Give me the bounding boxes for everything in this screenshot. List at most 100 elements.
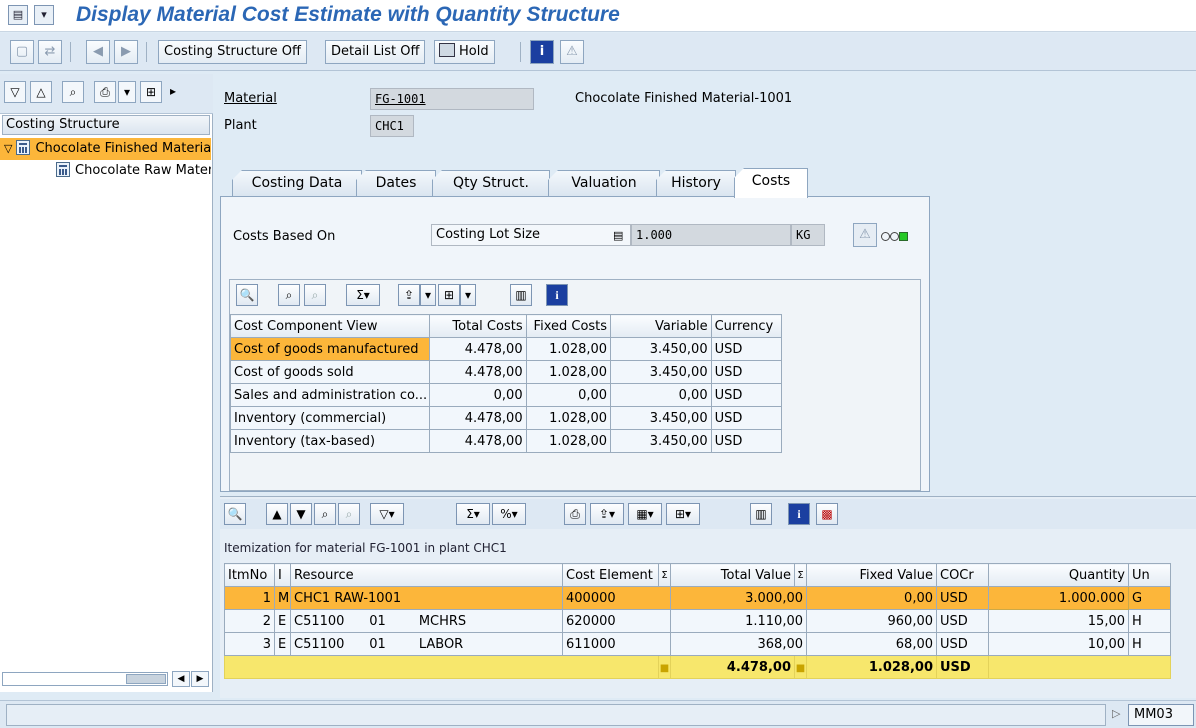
tab-costs[interactable]: Costs (734, 168, 808, 198)
scroll-left-icon[interactable]: ◀ (172, 671, 190, 687)
tab-qty-struct[interactable]: Qty Struct. (432, 170, 550, 196)
find-next-icon[interactable]: ⌕ (304, 284, 326, 306)
costing-structure-off-button[interactable]: Costing Structure Off (158, 40, 307, 64)
cell[interactable]: Inventory (tax-based) (229, 429, 431, 453)
views-icon[interactable]: ▦▾ (628, 503, 662, 525)
cell[interactable]: USD (936, 632, 989, 656)
cell[interactable]: 3.450,00 (610, 360, 712, 384)
info-icon[interactable]: i (788, 503, 810, 525)
cell[interactable]: 1.110,00 (670, 609, 807, 633)
column-header[interactable]: Quantity (988, 563, 1129, 587)
cell[interactable]: USD (710, 406, 783, 430)
cell[interactable]: 1.028,00 (525, 337, 612, 361)
column-header[interactable]: I (274, 563, 291, 587)
sum-column-header[interactable]: Σ (794, 563, 807, 587)
cell[interactable]: 3 (224, 632, 275, 656)
sum-column-header[interactable]: Σ (658, 563, 671, 587)
new-icon[interactable]: ▢ (10, 40, 34, 64)
find-next-icon[interactable]: ⌕ (338, 503, 360, 525)
find-icon[interactable]: ⌕ (314, 503, 336, 525)
cell[interactable]: H (1128, 632, 1171, 656)
print-icon[interactable]: ⎙ (94, 81, 116, 103)
print-menu-icon[interactable]: ▾ (118, 81, 136, 103)
more-icon[interactable]: ▸ (164, 81, 182, 103)
cell[interactable]: 3.000,00 (670, 586, 807, 610)
export-icon[interactable]: ⇪ (398, 284, 420, 306)
cell[interactable]: 620000 (562, 609, 671, 633)
cell[interactable]: 1.028,00 (525, 406, 612, 430)
cell[interactable]: E (274, 609, 291, 633)
cell[interactable]: Inventory (commercial) (229, 406, 431, 430)
column-header[interactable]: Cost Element (562, 563, 659, 587)
cell[interactable]: 4.478,00 (429, 429, 527, 453)
layout-icon[interactable]: ⊞ (140, 81, 162, 103)
tree-item-raw-material[interactable]: Chocolate Raw Material-1001 (0, 160, 211, 182)
collapse-icon[interactable]: △ (30, 81, 52, 103)
sum-icon[interactable]: Σ▾ (346, 284, 380, 306)
next-icon[interactable]: ▶ (114, 40, 138, 64)
info-icon[interactable]: i (530, 40, 554, 64)
cell[interactable]: M (274, 586, 291, 610)
cell[interactable]: C51100 01 LABOR (290, 632, 563, 656)
column-header[interactable]: Fixed Costs (525, 314, 612, 338)
transaction-code[interactable]: MM03 (1128, 704, 1194, 726)
material-label[interactable]: Material (224, 91, 277, 106)
dropdown-icon[interactable]: ▤ (613, 229, 623, 242)
cell[interactable]: 4.478,00 (429, 337, 527, 361)
cell[interactable]: Cost of goods sold (229, 360, 431, 384)
table-row[interactable]: Inventory (tax-based) 4.478,00 1.028,00 … (229, 429, 783, 453)
details-icon[interactable]: 🔍 (236, 284, 258, 306)
expand-icon[interactable]: ▽ (4, 81, 26, 103)
material-field[interactable]: FG-1001 (370, 88, 534, 110)
cell[interactable]: 400000 (562, 586, 671, 610)
cell[interactable]: 1.028,00 (525, 360, 612, 384)
table-row[interactable]: Inventory (commercial) 4.478,00 1.028,00… (229, 406, 783, 430)
cell[interactable]: 0,00 (610, 383, 712, 407)
cell[interactable]: 4.478,00 (429, 360, 527, 384)
column-header[interactable]: Currency (710, 314, 783, 338)
sort-ascending-icon[interactable]: ▲ (266, 503, 288, 525)
table-row[interactable]: 3 E C51100 01 LABOR 611000 368,00 68,00 … (224, 632, 1171, 656)
cell[interactable]: CHC1 RAW-1001 (290, 586, 563, 610)
collapse-node-icon[interactable]: ▽ (4, 142, 12, 155)
cell[interactable]: USD (936, 586, 989, 610)
cell[interactable]: 4.478,00 (429, 406, 527, 430)
cell[interactable]: 1 (224, 586, 275, 610)
tab-history[interactable]: History (656, 170, 736, 196)
sort-descending-icon[interactable]: ▼ (290, 503, 312, 525)
find-icon[interactable]: ⌕ (62, 81, 84, 103)
total-fixed-cell[interactable]: 1.028,00 (806, 655, 937, 679)
details-icon[interactable]: 🔍 (224, 503, 246, 525)
menu-icon[interactable]: ▤ (8, 5, 28, 25)
export-icon[interactable]: ⇪▾ (590, 503, 624, 525)
column-header[interactable]: Cost Component View (229, 314, 431, 338)
table-row[interactable]: Sales and administration co... 0,00 0,00… (229, 383, 783, 407)
column-header[interactable]: ItmNo (224, 563, 275, 587)
cell[interactable]: H (1128, 609, 1171, 633)
total-value-cell[interactable]: 4.478,00 (670, 655, 795, 679)
column-header[interactable]: Total Costs (429, 314, 527, 338)
tree-horizontal-scrollbar[interactable]: ◀ ▶ (2, 670, 210, 688)
system-menu-icon[interactable]: ▾ (34, 5, 54, 25)
cell[interactable]: 2 (224, 609, 275, 633)
cell[interactable]: 0,00 (429, 383, 527, 407)
layout-menu-icon[interactable]: ▾ (460, 284, 476, 306)
cell[interactable]: 10,00 (988, 632, 1129, 656)
plant-field[interactable]: CHC1 (370, 115, 414, 137)
cell[interactable]: 0,00 (525, 383, 612, 407)
cell[interactable]: G (1128, 586, 1171, 610)
cell[interactable]: USD (936, 609, 989, 633)
cell[interactable]: 3.450,00 (610, 406, 712, 430)
tab-dates[interactable]: Dates (356, 170, 436, 196)
table-row[interactable]: 2 E C51100 01 MCHRS 620000 1.110,00 960,… (224, 609, 1171, 633)
find-icon[interactable]: ⌕ (278, 284, 300, 306)
cell[interactable]: USD (710, 383, 783, 407)
costs-based-on-select[interactable]: Costing Lot Size (431, 224, 631, 246)
other-object-icon[interactable]: ⇄ (38, 40, 62, 64)
totals-row[interactable]: ■ 4.478,00 ■ 1.028,00 USD (224, 655, 1171, 679)
detail-list-off-button[interactable]: Detail List Off (325, 40, 426, 64)
sum-icon[interactable]: Σ▾ (456, 503, 490, 525)
scroll-right-icon[interactable]: ▶ (191, 671, 209, 687)
cell[interactable]: 3.450,00 (610, 337, 712, 361)
tree-item-finished-material[interactable]: ▽ Chocolate Finished Material-1001 (0, 138, 211, 160)
